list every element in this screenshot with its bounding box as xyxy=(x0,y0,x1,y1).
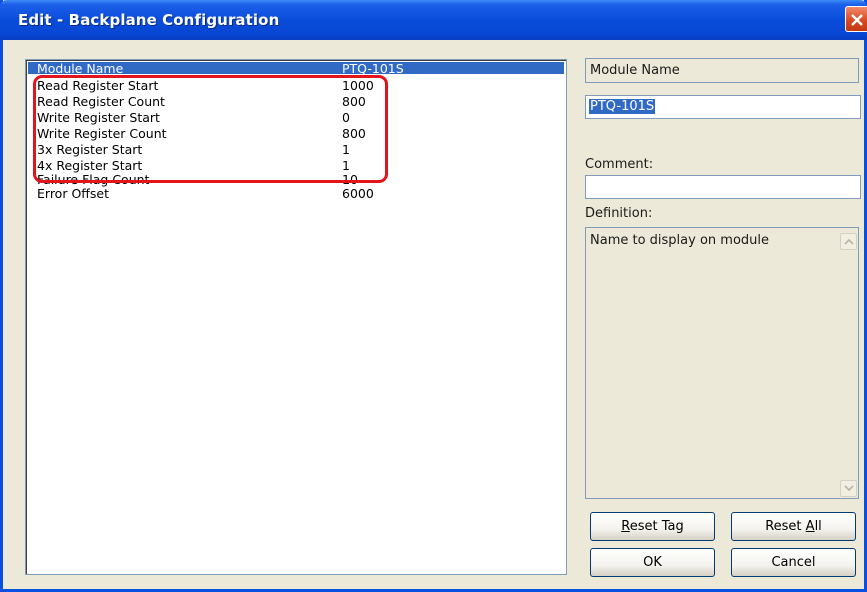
comment-input[interactable] xyxy=(585,175,861,199)
triangle-up-icon xyxy=(844,238,854,245)
selected-field-name: Module Name xyxy=(585,58,859,83)
list-item-value: 6000 xyxy=(342,186,374,201)
reset-tag-button[interactable]: Reset Tag xyxy=(590,512,715,541)
title-bar[interactable]: Edit - Backplane Configuration xyxy=(0,0,867,40)
list-item-module-name[interactable]: Module Name PTQ-101S xyxy=(28,62,564,74)
list-item-name: Module Name xyxy=(37,62,124,74)
ok-button[interactable]: OK xyxy=(590,548,715,577)
field-value-input[interactable]: PTQ-101S xyxy=(585,95,861,119)
window-title: Edit - Backplane Configuration xyxy=(18,11,280,29)
triangle-down-icon xyxy=(844,485,854,492)
definition-textarea: Name to display on module xyxy=(585,227,859,499)
scroll-up-button[interactable] xyxy=(840,233,857,250)
cancel-button[interactable]: Cancel xyxy=(731,548,856,577)
comment-label: Comment: xyxy=(585,157,654,172)
reset-all-button[interactable]: Reset All xyxy=(731,512,856,541)
highlight-annotation-box xyxy=(33,75,388,183)
close-button[interactable] xyxy=(845,6,867,32)
scroll-down-button[interactable] xyxy=(840,480,857,497)
close-x-icon xyxy=(851,14,863,26)
parameter-list[interactable]: Module Name PTQ-101S Read Register Start… xyxy=(25,59,567,575)
definition-text: Name to display on module xyxy=(590,233,770,248)
list-item-name: Error Offset xyxy=(37,186,109,201)
field-value-text: PTQ-101S xyxy=(589,99,656,114)
definition-label: Definition: xyxy=(585,206,653,221)
list-item-value: PTQ-101S xyxy=(342,62,404,74)
